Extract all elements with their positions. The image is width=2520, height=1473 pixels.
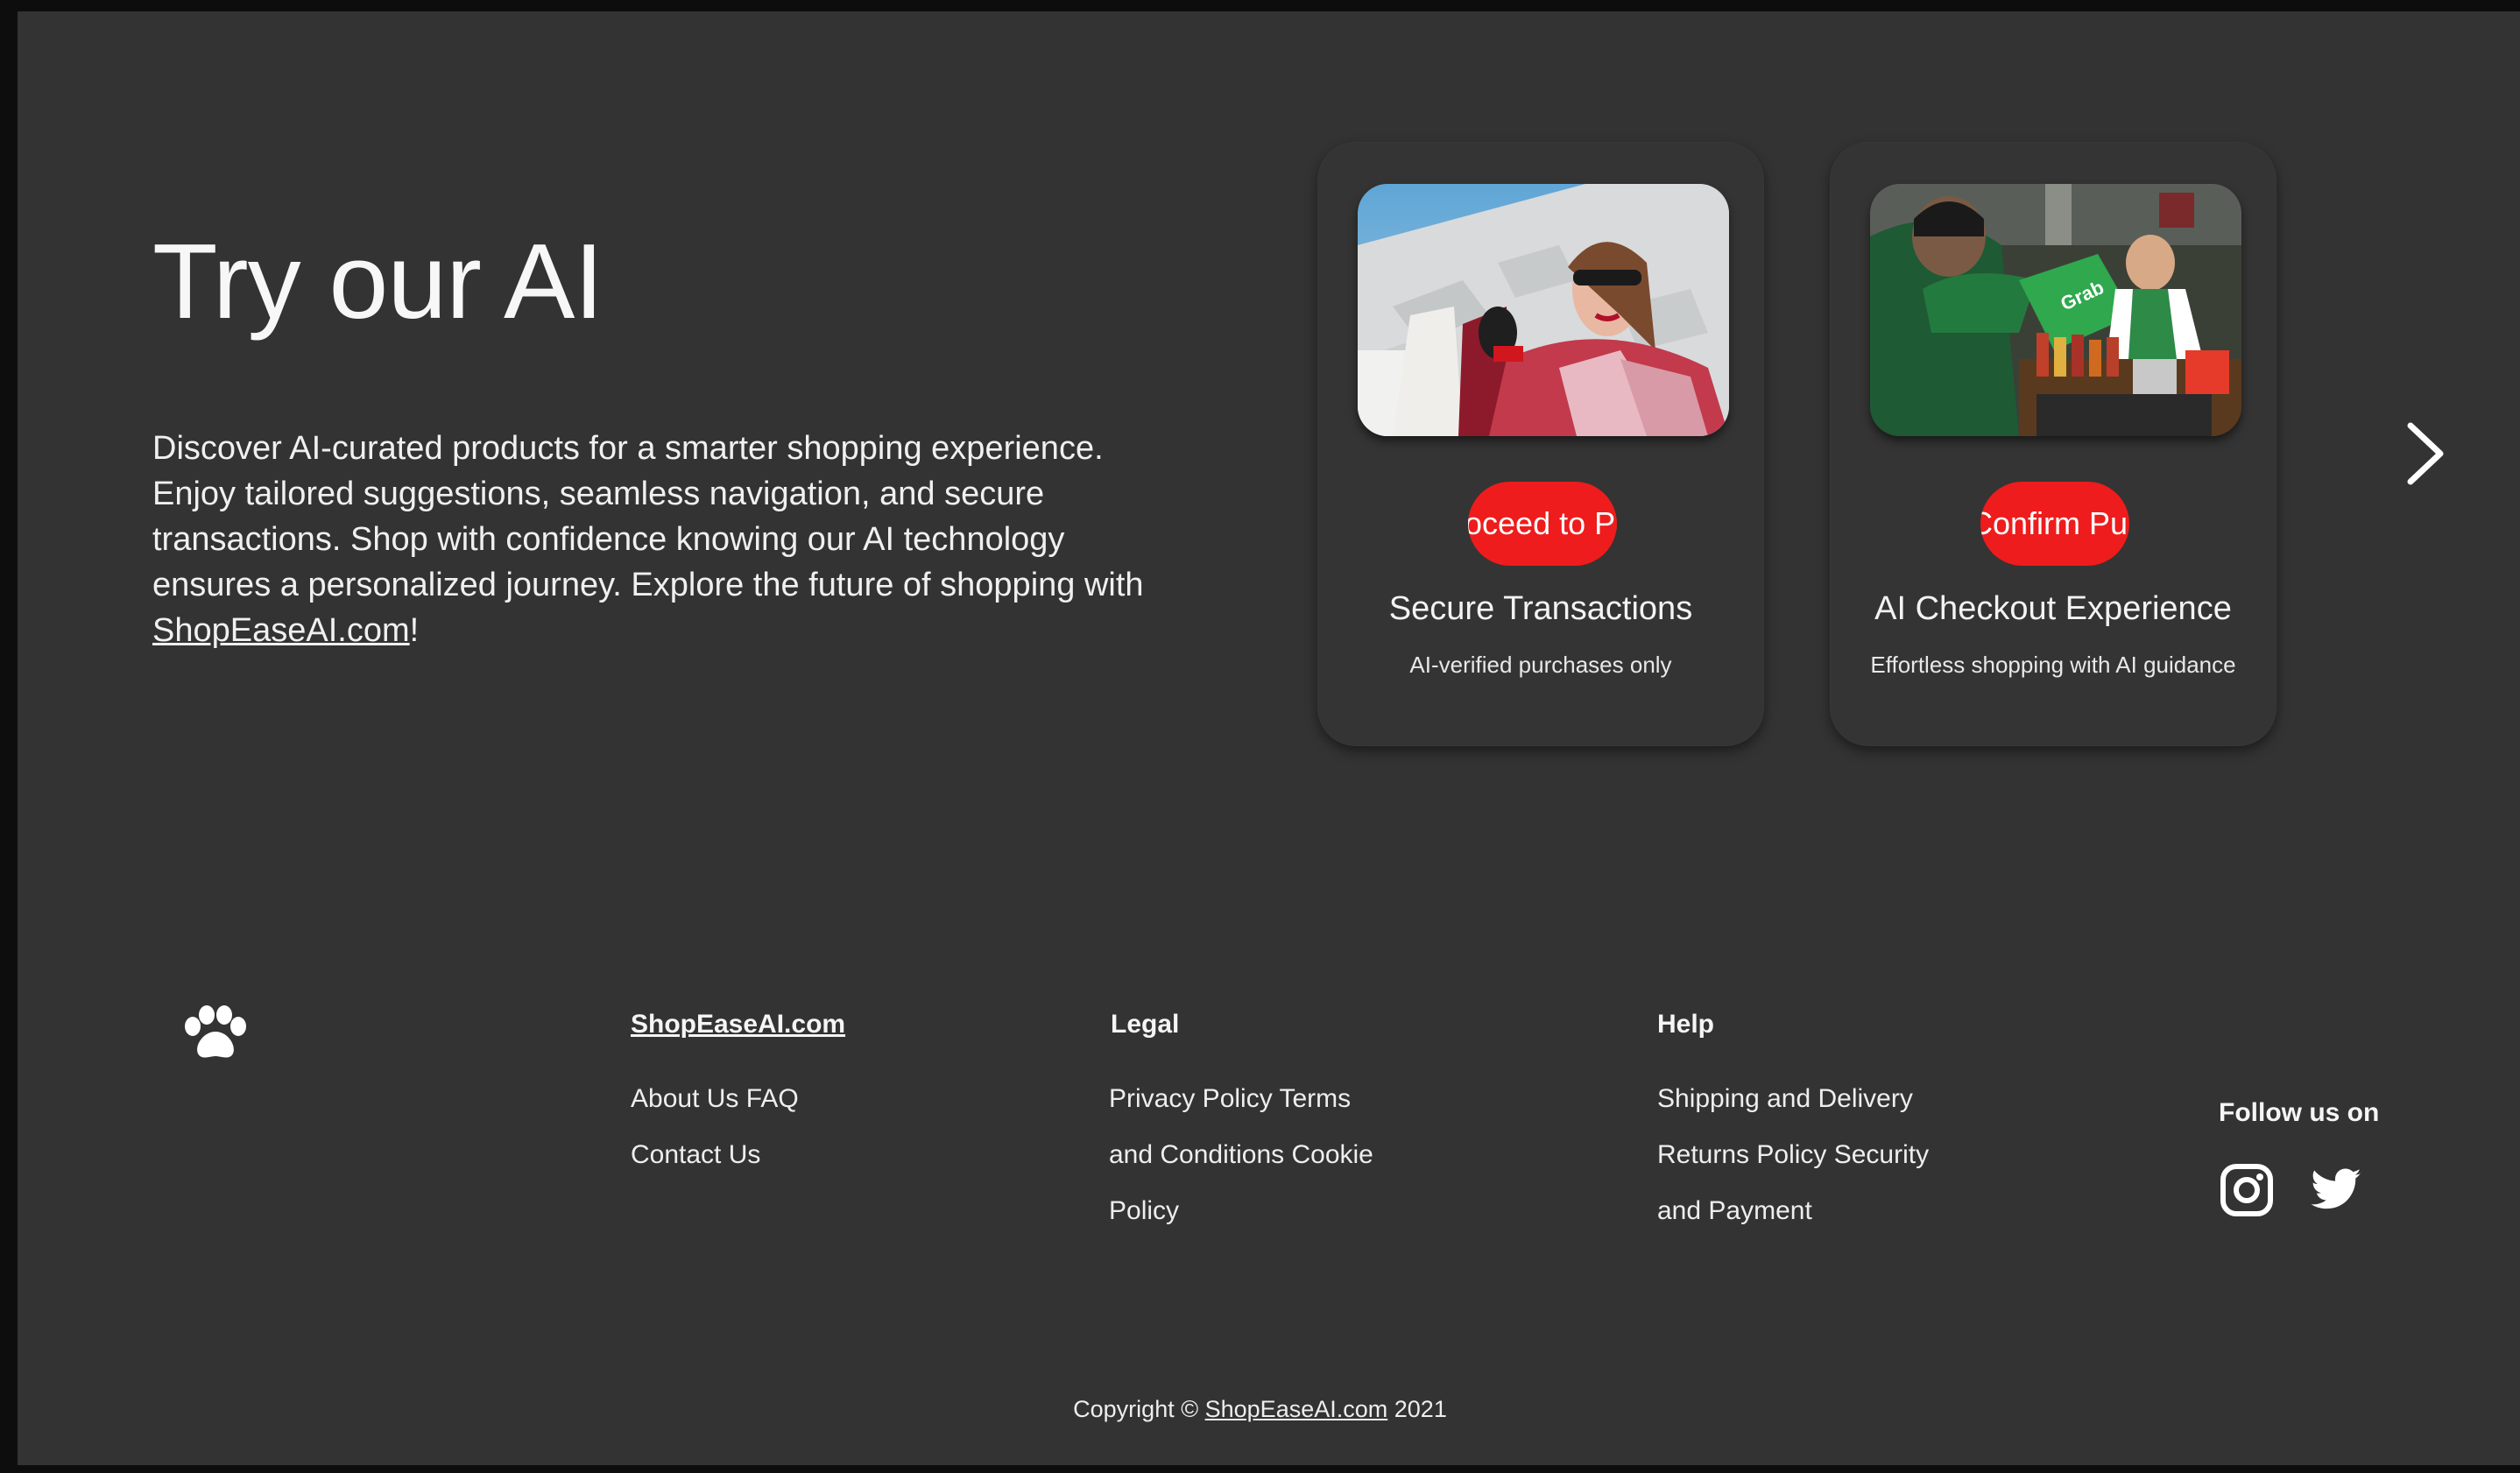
footer-link-policy[interactable]: Policy bbox=[1109, 1196, 1179, 1226]
footer-link-shipping[interactable]: Shipping and Delivery bbox=[1657, 1084, 1913, 1114]
footer-link-returns-security[interactable]: Returns Policy Security bbox=[1657, 1140, 1929, 1170]
card-title: AI Checkout Experience bbox=[1874, 590, 2232, 627]
woman-with-shopping-bags-photo bbox=[1358, 184, 1729, 436]
paw-icon[interactable] bbox=[182, 1005, 249, 1061]
footer-link-payment[interactable]: and Payment bbox=[1657, 1196, 1812, 1226]
feature-card-secure-transactions: Proceed to Payment Secure Transactions A… bbox=[1317, 142, 1764, 746]
hero-description-end: ! bbox=[409, 612, 420, 649]
market-delivery-photo: Grab bbox=[1870, 184, 2241, 436]
hero-description: Discover AI-curated products for a smart… bbox=[152, 426, 1168, 653]
follow-us-label: Follow us on bbox=[2219, 1098, 2380, 1127]
copyright: Copyright © ShopEaseAI.com 2021 bbox=[0, 1396, 2520, 1423]
hero-description-text: Discover AI-curated products for a smart… bbox=[152, 430, 1144, 603]
twitter-icon[interactable] bbox=[2307, 1163, 2361, 1217]
footer-heading-legal: Legal bbox=[1111, 1010, 1180, 1039]
confirm-purchase-button[interactable]: Confirm Purchase bbox=[1980, 482, 2129, 566]
card-subtitle: Effortless shopping with AI guidance bbox=[1870, 652, 2236, 678]
copyright-year: 2021 bbox=[1394, 1396, 1447, 1422]
feature-card-ai-checkout: Grab Confirm Purchase AI Checkout Experi… bbox=[1830, 142, 2276, 746]
footer-link-about-faq[interactable]: About Us FAQ bbox=[631, 1084, 799, 1114]
footer-brand-link[interactable]: ShopEaseAI.com bbox=[631, 1010, 845, 1039]
copyright-prefix: Copyright © bbox=[1073, 1396, 1199, 1422]
chevron-right-icon[interactable] bbox=[2391, 419, 2461, 489]
footer-heading-brand: ShopEaseAI.com bbox=[631, 1010, 845, 1040]
footer-link-privacy-terms[interactable]: Privacy Policy Terms bbox=[1109, 1084, 1351, 1114]
card-subtitle: AI-verified purchases only bbox=[1409, 652, 1672, 678]
footer-heading-help: Help bbox=[1657, 1010, 1715, 1039]
footer-link-conditions-cookie[interactable]: and Conditions Cookie bbox=[1109, 1140, 1373, 1170]
instagram-icon[interactable] bbox=[2220, 1163, 2274, 1217]
hero-title: Try our AI bbox=[152, 222, 604, 341]
copyright-site-link[interactable]: ShopEaseAI.com bbox=[1205, 1396, 1388, 1422]
footer-link-contact[interactable]: Contact Us bbox=[631, 1140, 760, 1170]
card-title: Secure Transactions bbox=[1388, 590, 1693, 627]
hero-site-link[interactable]: ShopEaseAI.com bbox=[152, 612, 410, 649]
proceed-to-payment-button[interactable]: Proceed to Payment bbox=[1468, 482, 1617, 566]
